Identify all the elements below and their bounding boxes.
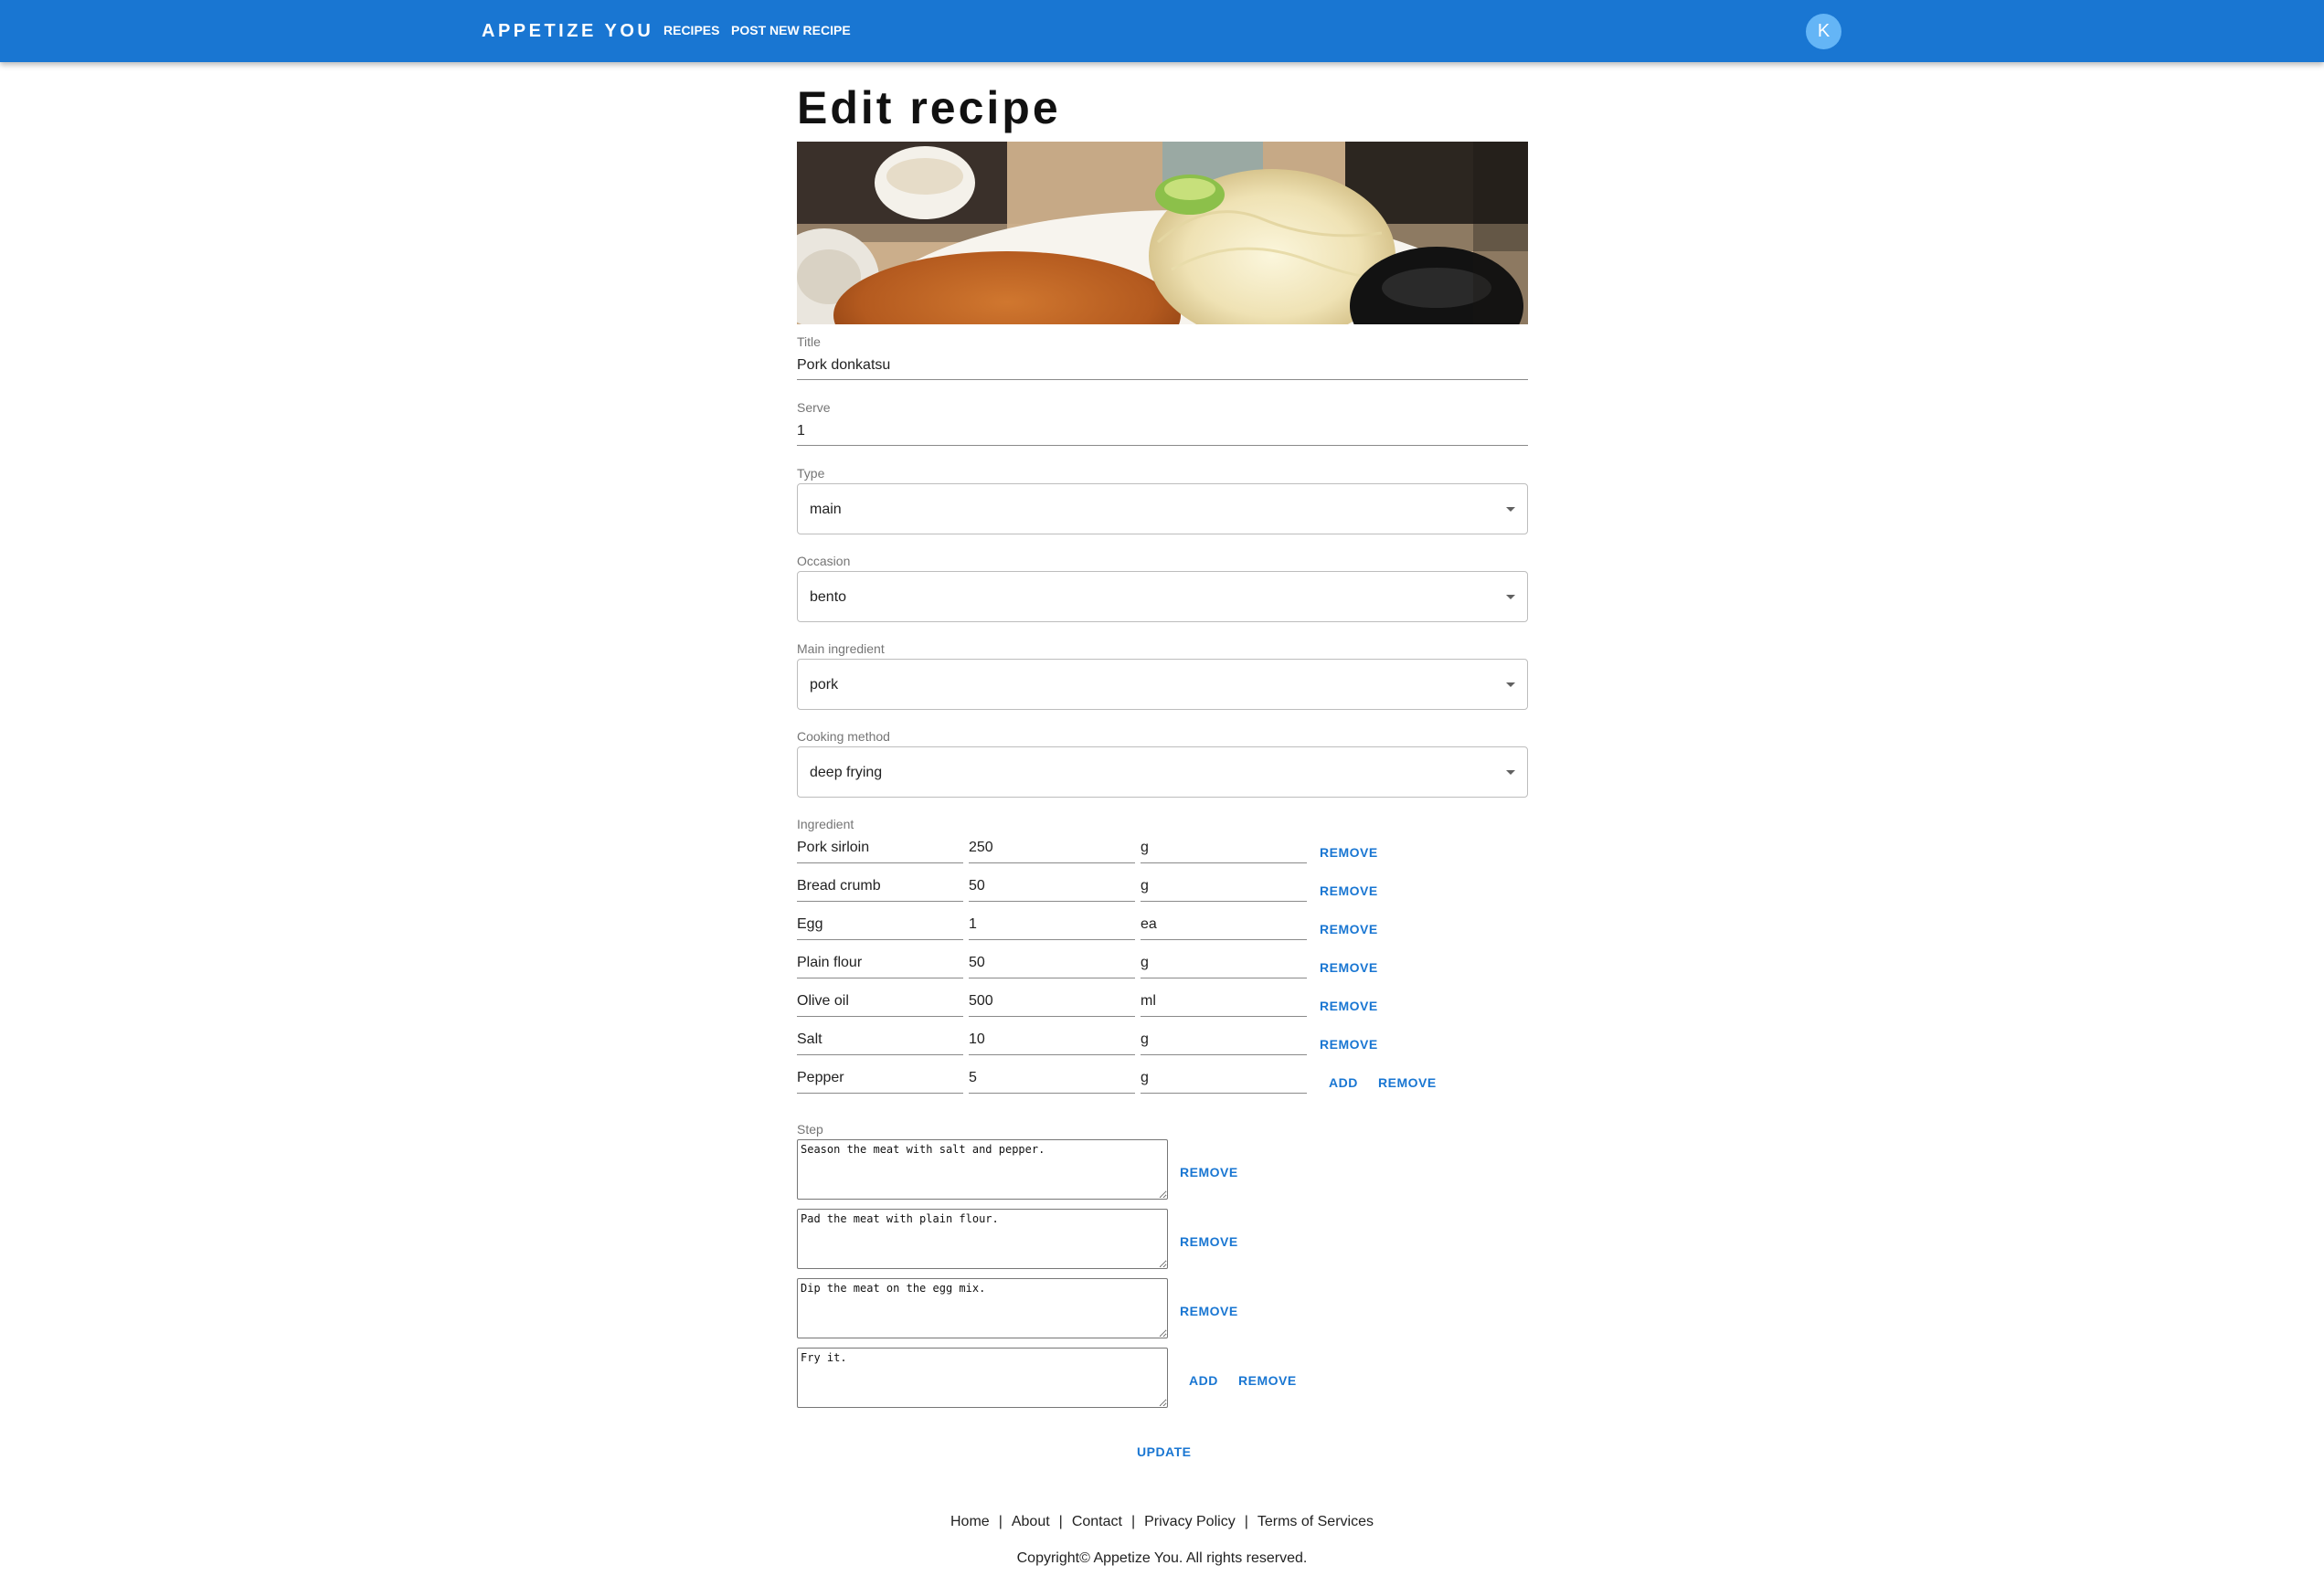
ingredient-row: REMOVE <box>797 909 1528 940</box>
footer-separator: | <box>1130 1514 1136 1529</box>
remove-step-button[interactable]: REMOVE <box>1180 1165 1238 1179</box>
caret-down-icon <box>1506 595 1515 599</box>
ingredient-row: REMOVE <box>797 1024 1528 1055</box>
remove-ingredient-button[interactable]: REMOVE <box>1320 883 1378 898</box>
ingredient-unit-input[interactable] <box>1141 1063 1307 1094</box>
ingredient-name-input[interactable] <box>797 1024 963 1055</box>
cooking-method-select-value: deep frying <box>810 765 883 780</box>
remove-ingredient-button[interactable]: REMOVE <box>1320 1037 1378 1052</box>
ingredient-name-input[interactable] <box>797 909 963 940</box>
ingredient-quantity-input[interactable] <box>969 986 1135 1017</box>
ingredient-row: REMOVE <box>797 986 1528 1017</box>
ingredient-quantity-input[interactable] <box>969 947 1135 978</box>
footer-about-link[interactable]: About <box>1012 1514 1050 1529</box>
user-avatar[interactable]: K <box>1806 14 1841 49</box>
footer-links: Home | About | Contact | Privacy Policy | Terms … <box>0 1513 2324 1531</box>
cooking-method-select[interactable]: deep frying <box>797 746 1528 798</box>
serve-label: Serve <box>797 400 831 415</box>
remove-ingredient-button[interactable]: REMOVE <box>1320 960 1378 975</box>
remove-ingredient-button[interactable]: REMOVE <box>1320 845 1378 860</box>
occasion-select-value: bento <box>810 589 847 605</box>
step-textarea[interactable]: Fry it. <box>797 1348 1168 1408</box>
ingredient-row: REMOVE <box>797 832 1528 863</box>
ingredient-quantity-input[interactable] <box>969 871 1135 902</box>
main-ingredient-label: Main ingredient <box>797 641 885 656</box>
ingredient-unit-input[interactable] <box>1141 986 1307 1017</box>
nav-post-new-recipe-link[interactable]: POST NEW RECIPE <box>731 22 851 38</box>
footer-contact-link[interactable]: Contact <box>1072 1514 1122 1529</box>
nav-recipes-link[interactable]: RECIPES <box>663 22 719 38</box>
ingredient-name-input[interactable] <box>797 832 963 863</box>
ingredient-row: ADD REMOVE <box>797 1063 1528 1094</box>
step-textarea[interactable]: Pad the meat with plain flour. <box>797 1209 1168 1269</box>
page-title: Edit recipe <box>797 82 1061 133</box>
caret-down-icon <box>1506 682 1515 687</box>
brand-logo[interactable]: APPETIZE YOU <box>482 20 653 42</box>
footer-separator: | <box>998 1514 1003 1529</box>
remove-step-button[interactable]: REMOVE <box>1238 1373 1297 1388</box>
caret-down-icon <box>1506 507 1515 512</box>
ingredient-row: REMOVE <box>797 871 1528 902</box>
title-label: Title <box>797 334 821 349</box>
type-select-value: main <box>810 502 842 517</box>
ingredient-quantity-input[interactable] <box>969 1024 1135 1055</box>
main-ingredient-select-value: pork <box>810 677 839 693</box>
remove-ingredient-button[interactable]: REMOVE <box>1320 999 1378 1013</box>
serve-input[interactable] <box>797 417 1528 446</box>
type-label: Type <box>797 466 825 481</box>
update-button[interactable]: UPDATE <box>1137 1444 1192 1459</box>
footer-home-link[interactable]: Home <box>950 1514 990 1529</box>
step-textarea[interactable]: Season the meat with salt and pepper. <box>797 1139 1168 1200</box>
title-input[interactable] <box>797 351 1528 380</box>
occasion-label: Occasion <box>797 554 851 568</box>
cooking-method-label: Cooking method <box>797 729 890 744</box>
ingredient-quantity-input[interactable] <box>969 909 1135 940</box>
type-select[interactable]: main <box>797 483 1528 534</box>
main-ingredient-select[interactable]: pork <box>797 659 1528 710</box>
footer-privacy-policy-link[interactable]: Privacy Policy <box>1144 1514 1236 1529</box>
footer-separator: | <box>1058 1514 1063 1529</box>
caret-down-icon <box>1506 770 1515 775</box>
ingredient-unit-input[interactable] <box>1141 909 1307 940</box>
ingredient-unit-input[interactable] <box>1141 947 1307 978</box>
add-ingredient-button[interactable]: ADD <box>1329 1075 1358 1090</box>
remove-step-button[interactable]: REMOVE <box>1180 1234 1238 1249</box>
ingredient-label: Ingredient <box>797 817 854 831</box>
ingredient-unit-input[interactable] <box>1141 1024 1307 1055</box>
remove-ingredient-button[interactable]: REMOVE <box>1320 922 1378 936</box>
ingredient-unit-input[interactable] <box>1141 871 1307 902</box>
remove-step-button[interactable]: REMOVE <box>1180 1304 1238 1318</box>
copyright-text: Copyright© Appetize You. All rights rese… <box>1016 1550 1308 1566</box>
remove-ingredient-button[interactable]: REMOVE <box>1378 1075 1437 1090</box>
ingredient-name-input[interactable] <box>797 1063 963 1094</box>
footer-terms-link[interactable]: Terms of Services <box>1258 1514 1374 1529</box>
ingredient-name-input[interactable] <box>797 947 963 978</box>
add-step-button[interactable]: ADD <box>1189 1373 1218 1388</box>
ingredient-quantity-input[interactable] <box>969 832 1135 863</box>
ingredient-quantity-input[interactable] <box>969 1063 1135 1094</box>
app-bar: APPETIZE YOU RECIPES POST NEW RECIPE K <box>0 0 2324 62</box>
ingredient-unit-input[interactable] <box>1141 832 1307 863</box>
recipe-image <box>797 142 1528 324</box>
step-label: Step <box>797 1122 823 1137</box>
ingredient-name-input[interactable] <box>797 986 963 1017</box>
ingredient-name-input[interactable] <box>797 871 963 902</box>
step-textarea[interactable]: Dip the meat on the egg mix. <box>797 1278 1168 1338</box>
footer-separator: | <box>1244 1514 1248 1529</box>
ingredient-row: REMOVE <box>797 947 1528 978</box>
occasion-select[interactable]: bento <box>797 571 1528 622</box>
